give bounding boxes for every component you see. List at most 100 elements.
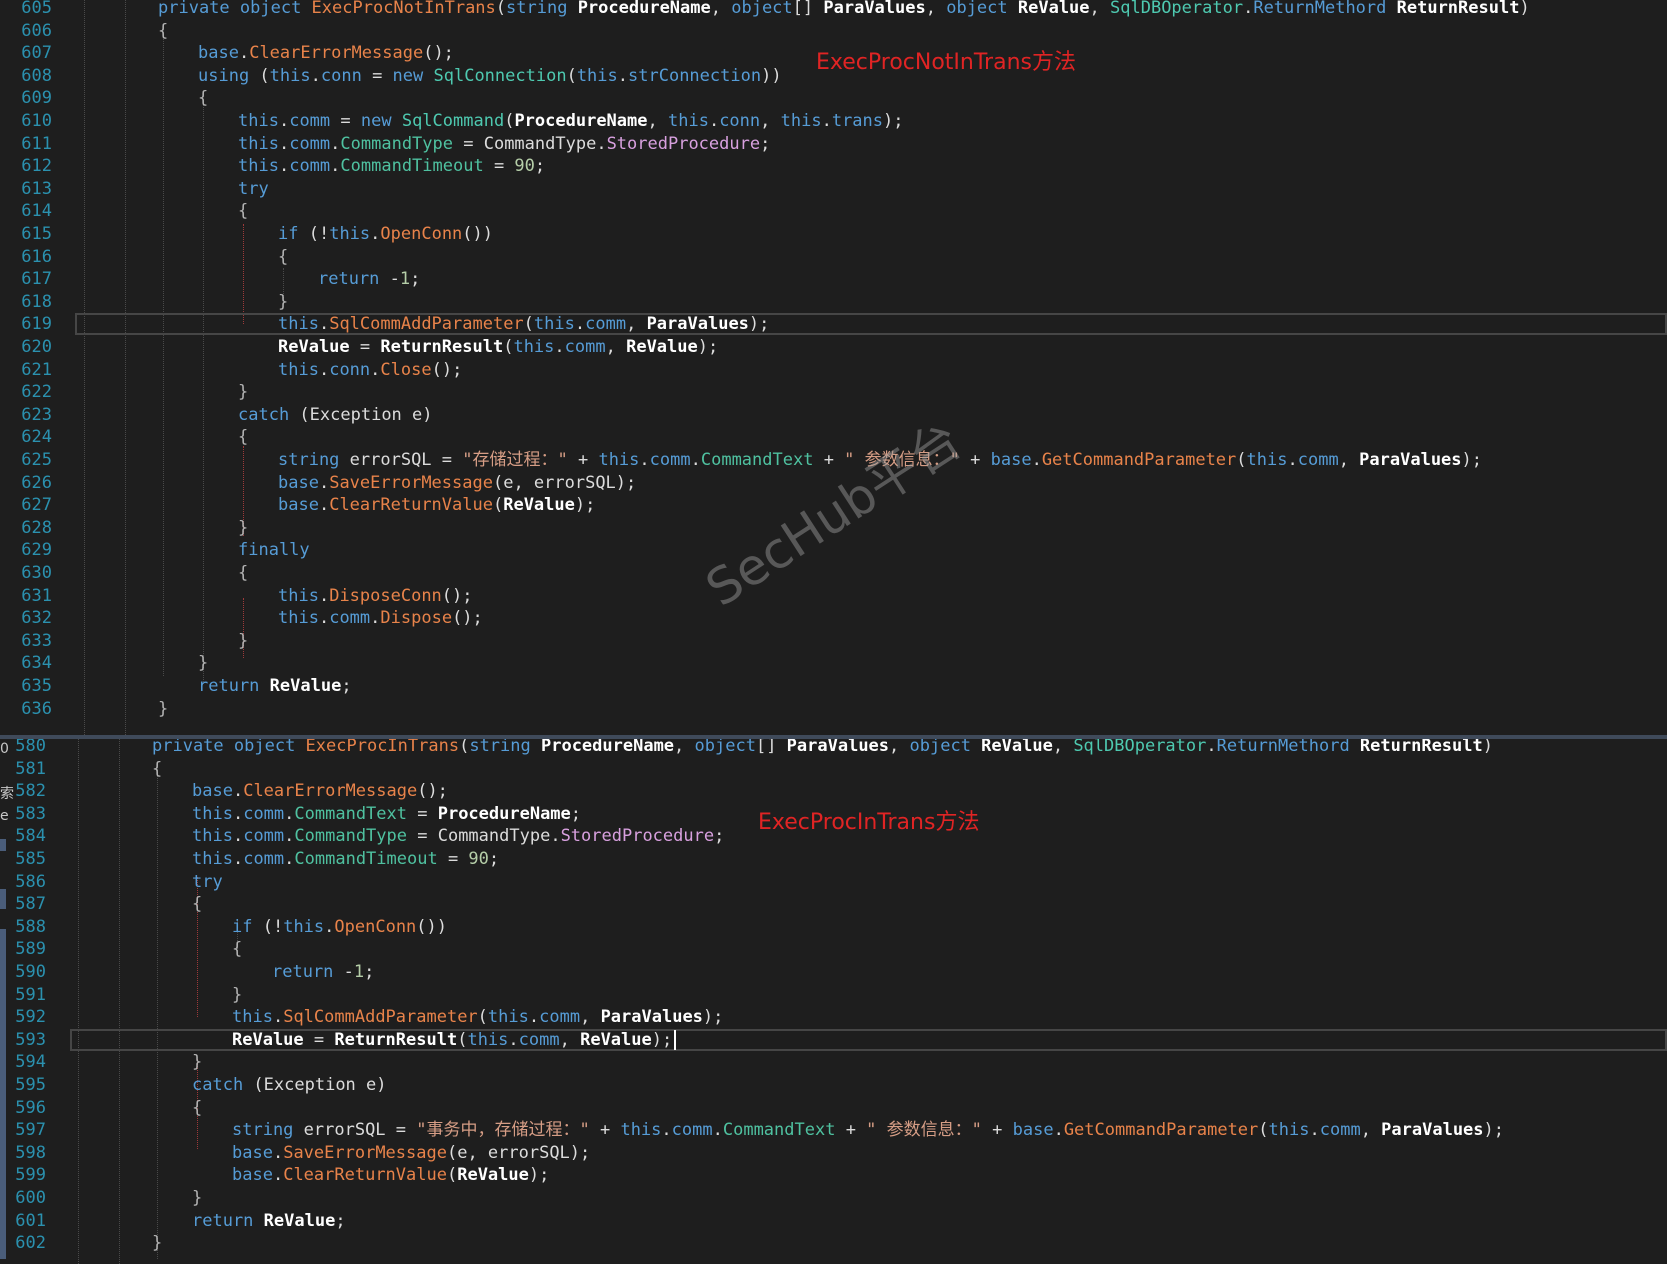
code-line[interactable]: 589 { (0, 937, 1667, 961)
code-text[interactable]: { (278, 245, 288, 269)
code-text[interactable]: return ReValue; (192, 1209, 346, 1233)
code-text[interactable]: } (278, 290, 288, 314)
code-line[interactable]: 621 this.conn.Close(); (0, 358, 1667, 382)
code-line[interactable]: 611 this.comm.CommandType = CommandType.S… (0, 132, 1667, 156)
code-text[interactable]: using (this.conn = new SqlConnection(thi… (198, 64, 782, 88)
code-text[interactable]: } (238, 516, 248, 540)
code-line[interactable]: 599 base.ClearReturnValue(ReValue); (0, 1163, 1667, 1187)
code-text[interactable]: string errorSQL = "事务中，存储过程：" + this.com… (232, 1118, 1504, 1142)
editor-pane-top[interactable]: 605 private object ExecProcNotInTrans(str… (0, 0, 1667, 737)
code-line[interactable]: 632 this.comm.Dispose(); (0, 606, 1667, 630)
code-line[interactable]: 610 this.comm = new SqlCommand(ProcedureN… (0, 109, 1667, 133)
code-text[interactable]: try (238, 177, 269, 201)
code-text[interactable]: private object ExecProcNotInTrans(string… (158, 0, 1530, 20)
code-line[interactable]: 613 try (0, 177, 1667, 201)
code-text[interactable]: this.comm = new SqlCommand(ProcedureName… (238, 109, 904, 133)
code-text[interactable]: } (192, 1050, 202, 1074)
code-text[interactable]: { (232, 937, 242, 961)
code-line[interactable]: 620 ReValue = ReturnResult(this.comm, ReV… (0, 335, 1667, 359)
code-line[interactable]: 614 { (0, 199, 1667, 223)
code-text[interactable]: this.comm.Dispose(); (278, 606, 483, 630)
code-text[interactable]: base.ClearReturnValue(ReValue); (278, 493, 595, 517)
code-text[interactable]: { (238, 425, 248, 449)
code-text[interactable]: this.comm.CommandType = CommandType.Stor… (192, 824, 724, 848)
code-line[interactable]: 633} (0, 629, 1667, 653)
code-text[interactable]: base.ClearErrorMessage(); (198, 41, 454, 65)
code-text[interactable]: } (238, 629, 248, 653)
code-line[interactable]: 615 if (!this.OpenConn()) (0, 222, 1667, 246)
code-line[interactable]: 598 base.SaveErrorMessage(e, errorSQL); (0, 1141, 1667, 1165)
code-line[interactable]: 616 { (0, 245, 1667, 269)
code-line[interactable]: 630 { (0, 561, 1667, 585)
code-text[interactable]: } (192, 1186, 202, 1210)
code-text[interactable]: { (238, 199, 248, 223)
code-line[interactable]: 606 { (0, 19, 1667, 43)
code-text[interactable]: finally (238, 538, 310, 562)
code-text[interactable]: if (!this.OpenConn()) (232, 915, 447, 939)
code-line[interactable]: 626 base.SaveErrorMessage(e, errorSQL); (0, 471, 1667, 495)
code-text[interactable]: try (192, 870, 223, 894)
code-text[interactable]: this.comm.CommandTimeout = 90; (238, 154, 545, 178)
code-text[interactable]: ReValue = ReturnResult(this.comm, ReValu… (232, 1028, 672, 1052)
code-text[interactable]: base.ClearReturnValue(ReValue); (232, 1163, 549, 1187)
code-text[interactable]: return -1; (272, 960, 374, 984)
code-line[interactable]: 601 return ReValue; (0, 1209, 1667, 1233)
code-line[interactable]: 600} (0, 1186, 1667, 1210)
code-text[interactable]: string errorSQL = "存储过程：" + this.comm.Co… (278, 448, 1482, 472)
code-text[interactable]: } (238, 380, 248, 404)
code-text[interactable]: base.SaveErrorMessage(e, errorSQL); (278, 471, 636, 495)
code-line[interactable]: 635 return ReValue; (0, 674, 1667, 698)
code-text[interactable]: { (158, 19, 168, 43)
code-line[interactable]: 624 { (0, 425, 1667, 449)
code-text[interactable]: return ReValue; (198, 674, 352, 698)
code-line[interactable]: 627 base.ClearReturnValue(ReValue); (0, 493, 1667, 517)
code-text[interactable]: { (192, 1096, 202, 1120)
code-text[interactable]: return -1; (318, 267, 420, 291)
code-line[interactable]: 612 this.comm.CommandTimeout = 90; (0, 154, 1667, 178)
code-text[interactable]: this.SqlCommAddParameter(this.comm, Para… (278, 312, 769, 336)
code-line[interactable]: 594} (0, 1050, 1667, 1074)
code-text[interactable]: { (152, 757, 162, 781)
code-line[interactable]: 605 private object ExecProcNotInTrans(str… (0, 0, 1667, 20)
code-line[interactable]: 622} (0, 380, 1667, 404)
code-line[interactable]: 586 try (0, 870, 1667, 894)
code-text[interactable]: } (198, 651, 208, 675)
code-line[interactable]: 593 ReValue = ReturnResult(this.comm, ReV… (0, 1028, 1667, 1052)
code-line[interactable]: 619 this.SqlCommAddParameter(this.comm, P… (0, 312, 1667, 336)
code-line[interactable]: 636} (0, 697, 1667, 721)
code-text[interactable]: { (192, 892, 202, 916)
code-line[interactable]: 581 { (0, 757, 1667, 781)
code-line[interactable]: 618} (0, 290, 1667, 314)
code-text[interactable]: this.DisposeConn(); (278, 584, 473, 608)
code-text[interactable]: private object ExecProcInTrans(string Pr… (152, 739, 1493, 758)
code-text[interactable]: ReValue = ReturnResult(this.comm, ReValu… (278, 335, 718, 359)
code-text[interactable]: this.SqlCommAddParameter(this.comm, Para… (232, 1005, 723, 1029)
code-line[interactable]: 590 return -1; (0, 960, 1667, 984)
code-line[interactable]: 625 string errorSQL = "存储过程：" + this.comm… (0, 448, 1667, 472)
code-text[interactable]: this.comm.CommandTimeout = 90; (192, 847, 499, 871)
code-line[interactable]: 587 { (0, 892, 1667, 916)
code-line[interactable]: 588 if (!this.OpenConn()) (0, 915, 1667, 939)
code-text[interactable]: this.conn.Close(); (278, 358, 462, 382)
code-text[interactable]: base.ClearErrorMessage(); (192, 779, 448, 803)
code-text[interactable]: } (152, 1231, 162, 1255)
code-line[interactable]: 631 this.DisposeConn(); (0, 584, 1667, 608)
code-text[interactable]: this.comm.CommandText = ProcedureName; (192, 802, 581, 826)
code-line[interactable]: 580 private object ExecProcInTrans(string… (0, 739, 1667, 758)
code-line[interactable]: 634} (0, 651, 1667, 675)
code-line[interactable]: 623 catch (Exception e) (0, 403, 1667, 427)
code-text[interactable]: } (232, 983, 242, 1007)
code-line[interactable]: 628} (0, 516, 1667, 540)
code-text[interactable]: { (198, 86, 208, 110)
code-text[interactable]: { (238, 561, 248, 585)
code-line[interactable]: 629 finally (0, 538, 1667, 562)
code-line[interactable]: 591} (0, 983, 1667, 1007)
code-text[interactable]: this.comm.CommandType = CommandType.Stor… (238, 132, 770, 156)
code-line[interactable]: 582 base.ClearErrorMessage(); (0, 779, 1667, 803)
code-text[interactable]: catch (Exception e) (192, 1073, 387, 1097)
code-line[interactable]: 597 string errorSQL = "事务中，存储过程：" + this.… (0, 1118, 1667, 1142)
code-line[interactable]: 592 this.SqlCommAddParameter(this.comm, P… (0, 1005, 1667, 1029)
code-text[interactable]: catch (Exception e) (238, 403, 433, 427)
code-text[interactable]: } (158, 697, 168, 721)
code-text[interactable]: if (!this.OpenConn()) (278, 222, 493, 246)
